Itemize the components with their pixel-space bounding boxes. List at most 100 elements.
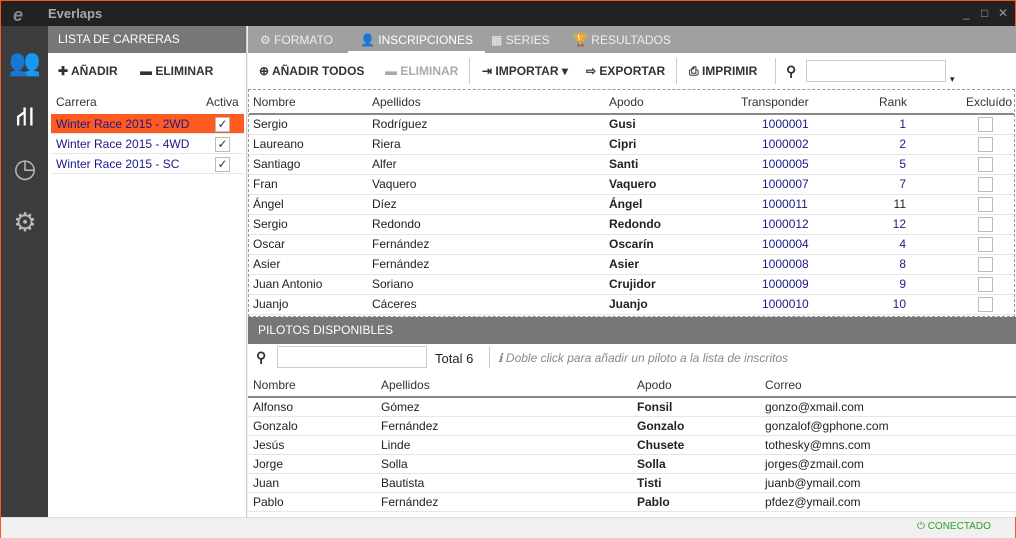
cell-nombre: Juanjo — [253, 297, 289, 311]
add-all-button[interactable]: ⊕ AÑADIR TODOS — [259, 64, 364, 78]
tab-formato[interactable]: ⚙ FORMATO — [260, 26, 333, 53]
pilots-panel-title: PILOTOS DISPONIBLES — [248, 317, 1016, 344]
cell-transponder: 1000002 — [762, 137, 809, 151]
table-row[interactable]: Juanjo Cáceres Juanjo 1000010 10 — [249, 295, 1014, 315]
cell-rank: 7 — [899, 177, 906, 191]
excluded-checkbox[interactable] — [978, 277, 993, 292]
table-row[interactable]: Gonzalo Fernández Gonzalo gonzalof@gphon… — [248, 417, 1016, 436]
col-apellidos[interactable]: Apellidos — [372, 90, 421, 115]
title-bar: e Everlaps _ □ ✕ — [1, 1, 1015, 26]
table-row[interactable]: Alfonso Gómez Fonsil gonzo@xmail.com — [248, 398, 1016, 417]
print-button[interactable]: ⎙ IMPRIMIR — [689, 64, 757, 79]
export-button[interactable]: ⇨ EXPORTAR — [586, 64, 665, 78]
pilots-search-input[interactable] — [277, 346, 427, 368]
remove-race-button[interactable]: ▬ ELIMINAR — [140, 64, 213, 78]
import-button[interactable]: ⇥ IMPORTAR ▾ — [482, 64, 568, 78]
tab-series[interactable]: ▦ SERIES — [491, 26, 550, 53]
excluded-checkbox[interactable] — [978, 297, 993, 312]
entries-table: Nombre Apellidos Apodo Transponder Rank … — [248, 89, 1015, 317]
excluded-checkbox[interactable] — [978, 217, 993, 232]
status-bar: ⏻ CONECTADO — [1, 517, 1015, 538]
race-item[interactable]: Winter Race 2015 - 2WD ✓ — [51, 114, 244, 134]
table-row[interactable]: Ángel Díez Ángel 1000011 11 — [249, 195, 1014, 215]
table-row[interactable]: Oscar Fernández Oscarín 1000004 4 — [249, 235, 1014, 255]
cell-rank: 12 — [892, 217, 906, 231]
col-nombre[interactable]: Nombre — [253, 90, 296, 115]
cell-nombre: Asier — [253, 257, 281, 271]
table-row[interactable]: Pablo Fernández Pablo pfdez@ymail.com — [248, 493, 1016, 512]
excluded-checkbox[interactable] — [978, 177, 993, 192]
add-all-label: AÑADIR TODOS — [271, 64, 365, 78]
print-label: IMPRIMIR — [701, 64, 758, 78]
pilots-table-header: Nombre Apellidos Apodo Correo — [248, 373, 1016, 398]
table-row[interactable]: Fran Vaquero Vaquero 1000007 7 — [249, 175, 1014, 195]
active-checkbox[interactable]: ✓ — [215, 117, 230, 132]
clock-icon[interactable]: ◷ — [7, 150, 43, 186]
col-excluido[interactable]: Excluído — [966, 90, 1012, 115]
table-row[interactable]: Asier Fernández Asier 1000008 8 — [249, 255, 1014, 275]
col-apellidos[interactable]: Apellidos — [381, 373, 430, 398]
excluded-checkbox[interactable] — [978, 197, 993, 212]
cell-rank: 1 — [899, 117, 906, 131]
users-icon[interactable]: 👥 — [7, 44, 43, 80]
race-name: Winter Race 2015 - 2WD — [56, 117, 190, 131]
races-panel: LISTA DE CARRERAS ✚ AÑADIR ▬ ELIMINAR Ca… — [48, 26, 247, 517]
table-row[interactable]: Jesús Linde Chusete tothesky@mns.com — [248, 436, 1016, 455]
status-text: CONECTADO — [927, 521, 991, 532]
cell-transponder: 1000009 — [762, 277, 809, 291]
minimize-button[interactable]: _ — [963, 6, 970, 20]
cell-apodo: Fonsil — [637, 400, 673, 414]
cell-apodo: Oscarín — [609, 237, 654, 251]
add-label: AÑADIR — [70, 64, 118, 78]
race-item[interactable]: Winter Race 2015 - 4WD ✓ — [51, 134, 244, 154]
col-correo[interactable]: Correo — [765, 373, 802, 398]
excluded-checkbox[interactable] — [978, 237, 993, 252]
active-checkbox[interactable]: ✓ — [215, 157, 230, 172]
table-row[interactable]: Juan Antonio Soriano Crujidor 1000009 9 — [249, 275, 1014, 295]
cell-transponder: 1000011 — [762, 197, 808, 211]
table-row[interactable]: Laureano Riera Cipri 1000002 2 — [249, 135, 1014, 155]
remove-entry-button[interactable]: ▬ ELIMINAR — [385, 64, 458, 78]
table-row[interactable]: Juan Bautista Tisti juanb@ymail.com — [248, 474, 1016, 493]
table-row[interactable]: Jorge Solla Solla jorges@zmail.com — [248, 455, 1016, 474]
table-row[interactable]: Sergio Rodríguez Gusi 1000001 1 — [249, 115, 1014, 135]
excluded-checkbox[interactable] — [978, 117, 993, 132]
cell-apodo: Solla — [637, 457, 666, 471]
pilots-hint: ℹ Doble click para añadir un piloto a la… — [498, 351, 789, 365]
col-nombre[interactable]: Nombre — [253, 373, 296, 398]
maximize-button[interactable]: □ — [981, 6, 988, 20]
filter-icon[interactable]: ▾ — [950, 74, 955, 85]
excluded-checkbox[interactable] — [978, 157, 993, 172]
tab-label: SERIES — [505, 33, 550, 47]
add-race-button[interactable]: ✚ AÑADIR — [58, 64, 118, 78]
close-button[interactable]: ✕ — [998, 6, 1008, 20]
col-apodo[interactable]: Apodo — [637, 373, 672, 398]
col-transponder[interactable]: Transponder — [741, 90, 809, 115]
main-panel: ⚙ FORMATO 👤 INSCRIPCIONES ▦ SERIES 🏆 RES… — [248, 26, 1016, 517]
road-icon[interactable]: ⛙ — [7, 98, 43, 134]
active-checkbox[interactable]: ✓ — [215, 137, 230, 152]
cell-nombre: Sergio — [253, 217, 288, 231]
pilots-total: Total 6 — [435, 351, 474, 366]
col-apodo[interactable]: Apodo — [609, 90, 644, 115]
race-item[interactable]: Winter Race 2015 - SC ✓ — [51, 154, 244, 174]
nav-iconbar: 👥 ⛙ ◷ ⚙ — [1, 26, 48, 517]
excluded-checkbox[interactable] — [978, 257, 993, 272]
divider — [489, 346, 490, 368]
gears-icon[interactable]: ⚙ — [7, 204, 43, 240]
cell-apellidos: Gómez — [381, 400, 420, 414]
cell-nombre: Pablo — [253, 495, 284, 509]
tab-label: FORMATO — [274, 33, 333, 47]
cell-rank: 5 — [899, 157, 906, 171]
cell-correo: gonzalof@gphone.com — [765, 419, 889, 433]
cell-apellidos: Soriano — [372, 277, 414, 291]
entries-search-input[interactable] — [806, 60, 946, 82]
table-row[interactable]: Sergio Redondo Redondo 1000012 12 — [249, 215, 1014, 235]
tab-inscripciones[interactable]: 👤 INSCRIPCIONES — [348, 26, 485, 53]
races-panel-title: LISTA DE CARRERAS — [48, 26, 246, 53]
table-row[interactable]: Santiago Alfer Santi 1000005 5 — [249, 155, 1014, 175]
tab-resultados[interactable]: 🏆 RESULTADOS — [573, 26, 671, 53]
cell-nombre: Santiago — [253, 157, 301, 171]
excluded-checkbox[interactable] — [978, 137, 993, 152]
col-rank[interactable]: Rank — [879, 90, 907, 115]
